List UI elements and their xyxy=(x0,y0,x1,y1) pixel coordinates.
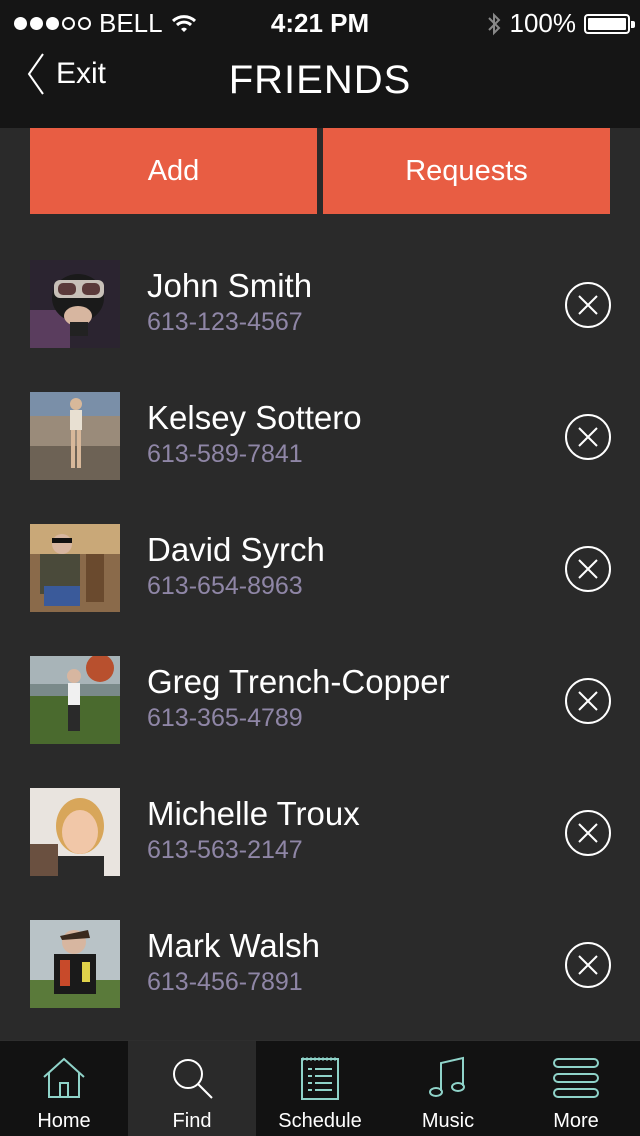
tab-find[interactable]: Find xyxy=(128,1041,256,1136)
close-icon xyxy=(578,427,598,447)
tab-schedule[interactable]: Schedule xyxy=(256,1041,384,1136)
tab-label: Music xyxy=(421,1110,475,1132)
tab-label: Home xyxy=(37,1110,91,1132)
avatar xyxy=(30,656,120,744)
avatar xyxy=(30,524,120,612)
page-title: FRIENDS xyxy=(228,58,412,102)
search-icon xyxy=(173,1059,213,1099)
close-icon xyxy=(578,295,598,315)
avatar xyxy=(30,392,120,480)
status-right: 100% xyxy=(486,8,635,39)
remove-friend-button[interactable] xyxy=(565,810,611,856)
friend-row[interactable]: Michelle Troux 613-563-2147 xyxy=(0,744,640,876)
music-icon xyxy=(429,1056,465,1097)
friend-name: David Syrch xyxy=(147,531,325,568)
tab-label: More xyxy=(553,1110,599,1132)
home-icon xyxy=(43,1057,85,1098)
avatar xyxy=(30,260,120,348)
friend-row[interactable]: Kelsey Sottero 613-589-7841 xyxy=(0,348,640,480)
tab-label: Schedule xyxy=(278,1110,362,1132)
friend-phone: 613-456-7891 xyxy=(147,968,303,996)
friend-name: Greg Trench-Copper xyxy=(147,663,450,700)
close-icon xyxy=(578,559,598,579)
tab-bar: Home Find Schedule Music More xyxy=(0,1040,640,1136)
friend-row[interactable]: Mark Walsh 613-456-7891 xyxy=(0,876,640,1008)
requests-button[interactable]: Requests xyxy=(323,128,610,214)
nav-bar: Exit FRIENDS xyxy=(0,44,640,128)
friend-name: Kelsey Sottero xyxy=(147,399,362,436)
battery-percent: 100% xyxy=(509,8,577,38)
close-icon xyxy=(578,823,598,843)
friend-phone: 613-365-4789 xyxy=(147,704,303,732)
tab-home[interactable]: Home xyxy=(0,1041,128,1136)
close-icon xyxy=(578,691,598,711)
friend-phone: 613-123-4567 xyxy=(147,308,303,336)
remove-friend-button[interactable] xyxy=(565,546,611,592)
friend-name: Michelle Troux xyxy=(147,795,360,832)
more-icon xyxy=(553,1058,599,1098)
battery-icon xyxy=(584,13,635,34)
schedule-icon xyxy=(301,1057,339,1100)
remove-friend-button[interactable] xyxy=(565,414,611,460)
friend-name: John Smith xyxy=(147,267,313,304)
add-button[interactable]: Add xyxy=(30,128,317,214)
remove-friend-button[interactable] xyxy=(565,678,611,724)
friend-phone: 613-654-8963 xyxy=(147,572,303,600)
remove-friend-button[interactable] xyxy=(565,282,611,328)
friend-name: Mark Walsh xyxy=(147,927,320,964)
bluetooth-icon xyxy=(487,12,500,35)
avatar xyxy=(30,920,120,1008)
tab-more[interactable]: More xyxy=(512,1041,640,1136)
action-buttons: Add Requests xyxy=(30,128,610,216)
avatar xyxy=(30,788,120,876)
friend-row[interactable]: Greg Trench-Copper 613-365-4789 xyxy=(0,612,640,744)
friend-phone: 613-589-7841 xyxy=(147,440,303,468)
friend-row[interactable]: David Syrch 613-654-8963 xyxy=(0,480,640,612)
remove-friend-button[interactable] xyxy=(565,942,611,988)
friend-row[interactable]: John Smith 613-123-4567 xyxy=(0,216,640,348)
tab-music[interactable]: Music xyxy=(384,1041,512,1136)
tab-label: Find xyxy=(172,1110,212,1132)
friends-list: John Smith 613-123-4567 Kelsey Sottero 6… xyxy=(0,216,640,1008)
status-bar: BELL 4:21 PM 100% xyxy=(0,0,640,44)
friend-phone: 613-563-2147 xyxy=(147,836,303,864)
close-icon xyxy=(578,955,598,975)
